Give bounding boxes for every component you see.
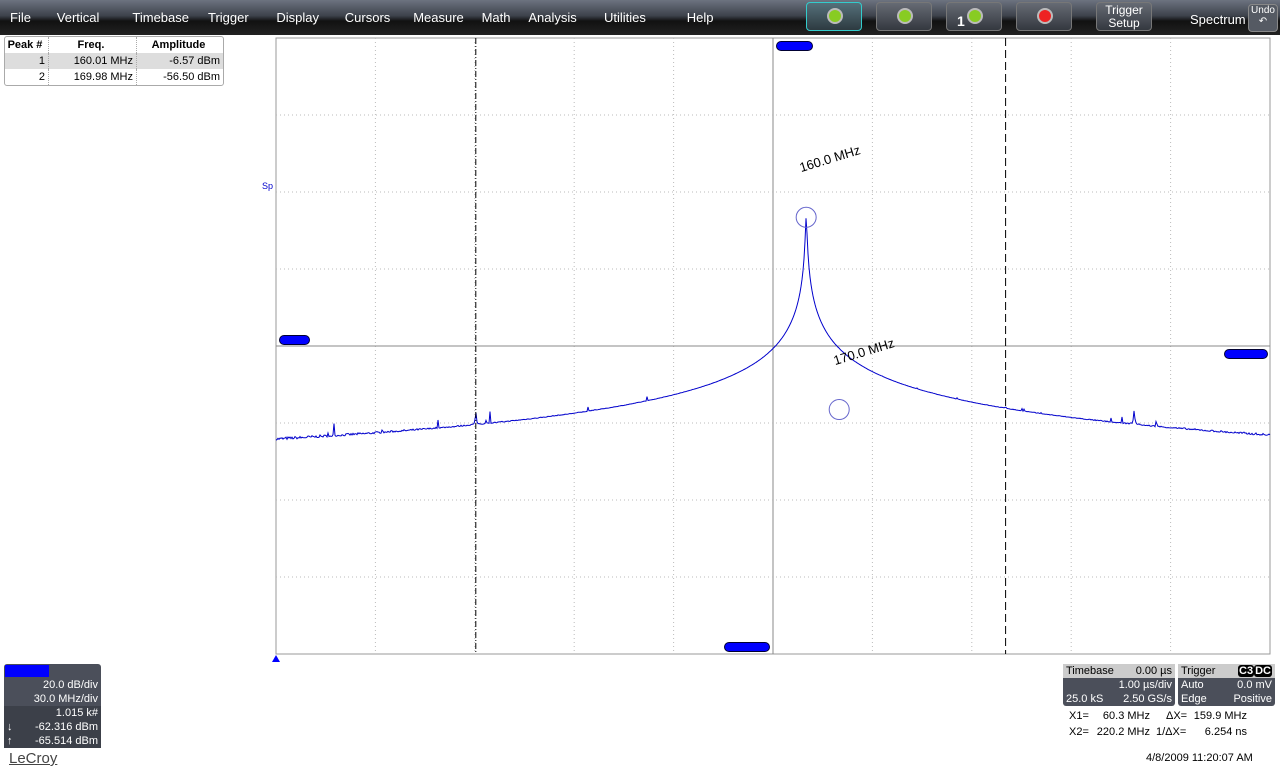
timestamp: 4/8/2009 11:20:07 AM bbox=[1146, 752, 1253, 764]
title: Timebase bbox=[1066, 665, 1114, 677]
cursor-down-value: -62.316 dBm bbox=[35, 721, 98, 733]
x2-value: 220.2 MHz bbox=[1096, 726, 1150, 738]
inv-dx-label: 1/ΔX= bbox=[1156, 726, 1187, 738]
arrow-up-icon: ↑ bbox=[7, 735, 13, 747]
delay: 0.00 µs bbox=[1135, 665, 1172, 677]
badge: C3 bbox=[1238, 665, 1255, 677]
x1-value: 60.3 MHz bbox=[1102, 710, 1150, 722]
type: Edge bbox=[1181, 693, 1207, 705]
marker-pill[interactable] bbox=[279, 335, 310, 345]
arrow-down-icon: ↓ bbox=[7, 721, 13, 733]
x2-label: X2= bbox=[1069, 726, 1089, 738]
cursor-up-value: -65.514 dBm bbox=[35, 735, 98, 747]
title: Trigger bbox=[1181, 665, 1216, 677]
spectrum-title: Spectrum bbox=[5, 665, 49, 677]
x1-label: X1= bbox=[1069, 710, 1089, 722]
slope: Positive bbox=[1233, 693, 1272, 705]
vdiv: 20.0 dB/div bbox=[42, 679, 98, 691]
mode: Auto bbox=[1181, 679, 1204, 691]
div: 1.00 µs/div bbox=[1118, 679, 1172, 691]
level: 0.0 mV bbox=[1237, 679, 1272, 691]
trigger-marker-icon bbox=[272, 655, 280, 662]
marker-pill[interactable] bbox=[1224, 349, 1268, 359]
marker-pill[interactable] bbox=[776, 41, 813, 51]
spectrum-plot[interactable] bbox=[0, 0, 1280, 768]
samples: 25.0 kS bbox=[1066, 693, 1104, 705]
lecroy-logo: LeCroy bbox=[9, 750, 58, 767]
dx-value: 159.9 MHz bbox=[1193, 710, 1247, 722]
hdiv: 30.0 MHz/div bbox=[33, 693, 98, 705]
trace-label: Sp bbox=[262, 181, 274, 191]
dx-label: ΔX= bbox=[1166, 710, 1188, 722]
timebase-box[interactable]: Timebase 0.00 µs 1.00 µs/div 25.0 kS 2.50 … bbox=[1063, 664, 1175, 706]
count: 1.015 k# bbox=[55, 707, 98, 719]
badge: DC bbox=[1254, 665, 1272, 677]
inv-dx-value: 6.254 ns bbox=[1204, 726, 1247, 738]
trigger-box[interactable]: Trigger C3 DC Auto 0.0 mV Edge Positive bbox=[1178, 664, 1275, 706]
spectrum-info-box[interactable]: Spectrum 20.0 dB/div 30.0 MHz/div 1.015 … bbox=[4, 664, 101, 748]
rate: 2.50 GS/s bbox=[1123, 693, 1172, 705]
marker-pill[interactable] bbox=[724, 642, 770, 652]
